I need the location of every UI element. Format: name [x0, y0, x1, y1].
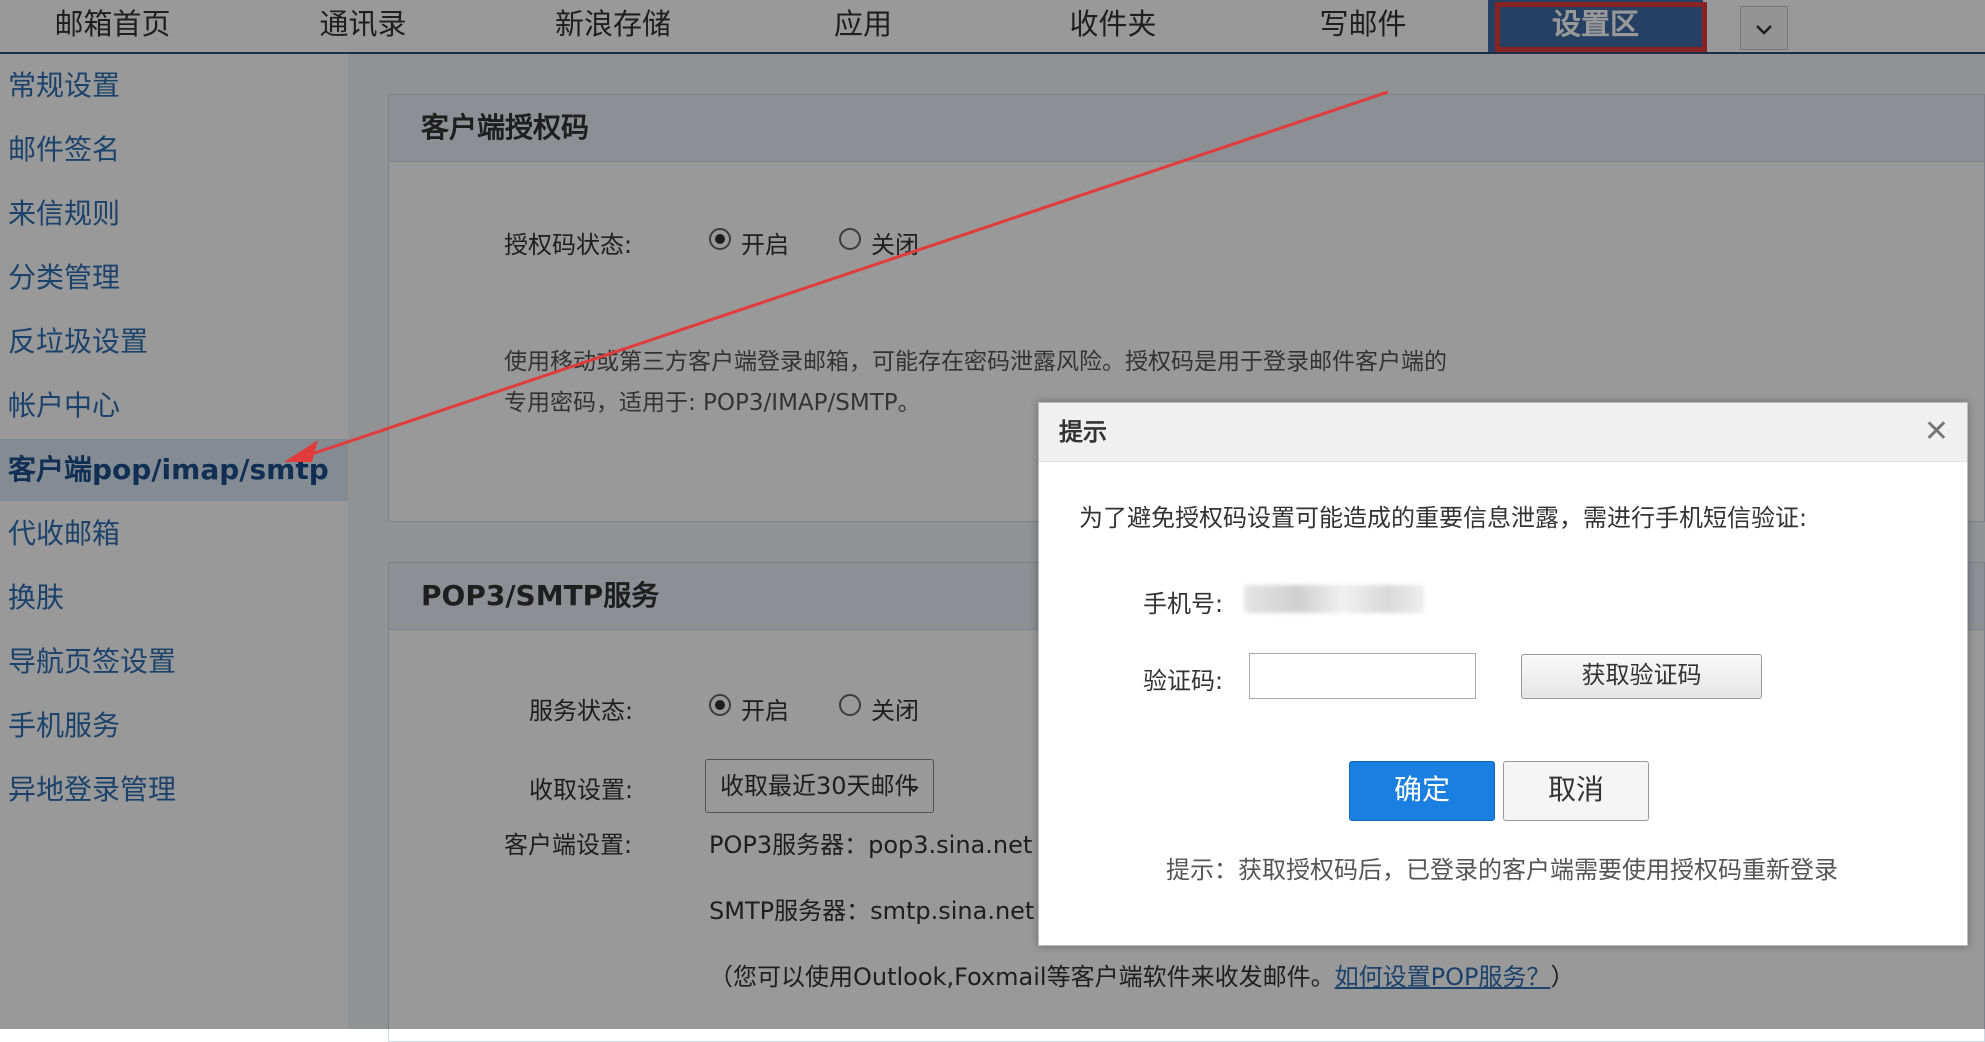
- dialog-title: 提示: [1059, 418, 1107, 446]
- verification-code-input[interactable]: [1249, 653, 1476, 699]
- dialog-hint: 提示：获取授权码后，已登录的客户端需要使用授权码重新登录: [1166, 856, 1838, 884]
- confirm-button[interactable]: 确定: [1349, 761, 1495, 821]
- cancel-button[interactable]: 取消: [1503, 761, 1649, 821]
- phone-label: 手机号:: [1143, 590, 1224, 618]
- masked-phone-number: [1244, 585, 1424, 613]
- verification-dialog: 提示 ✕ 为了避免授权码设置可能造成的重要信息泄露，需进行手机短信验证: 手机号…: [1038, 402, 1968, 946]
- code-label: 验证码:: [1143, 667, 1224, 695]
- dialog-header: 提示 ✕: [1039, 403, 1967, 462]
- dialog-message: 为了避免授权码设置可能造成的重要信息泄露，需进行手机短信验证:: [1079, 504, 1808, 532]
- get-code-button[interactable]: 获取验证码: [1521, 654, 1762, 699]
- close-icon[interactable]: ✕: [1924, 403, 1949, 461]
- page: 邮箱首页 通讯录 新浪存储 应用 收件夹 写邮件 设置区 常规设置 邮件签名 来信规…: [0, 0, 1985, 1042]
